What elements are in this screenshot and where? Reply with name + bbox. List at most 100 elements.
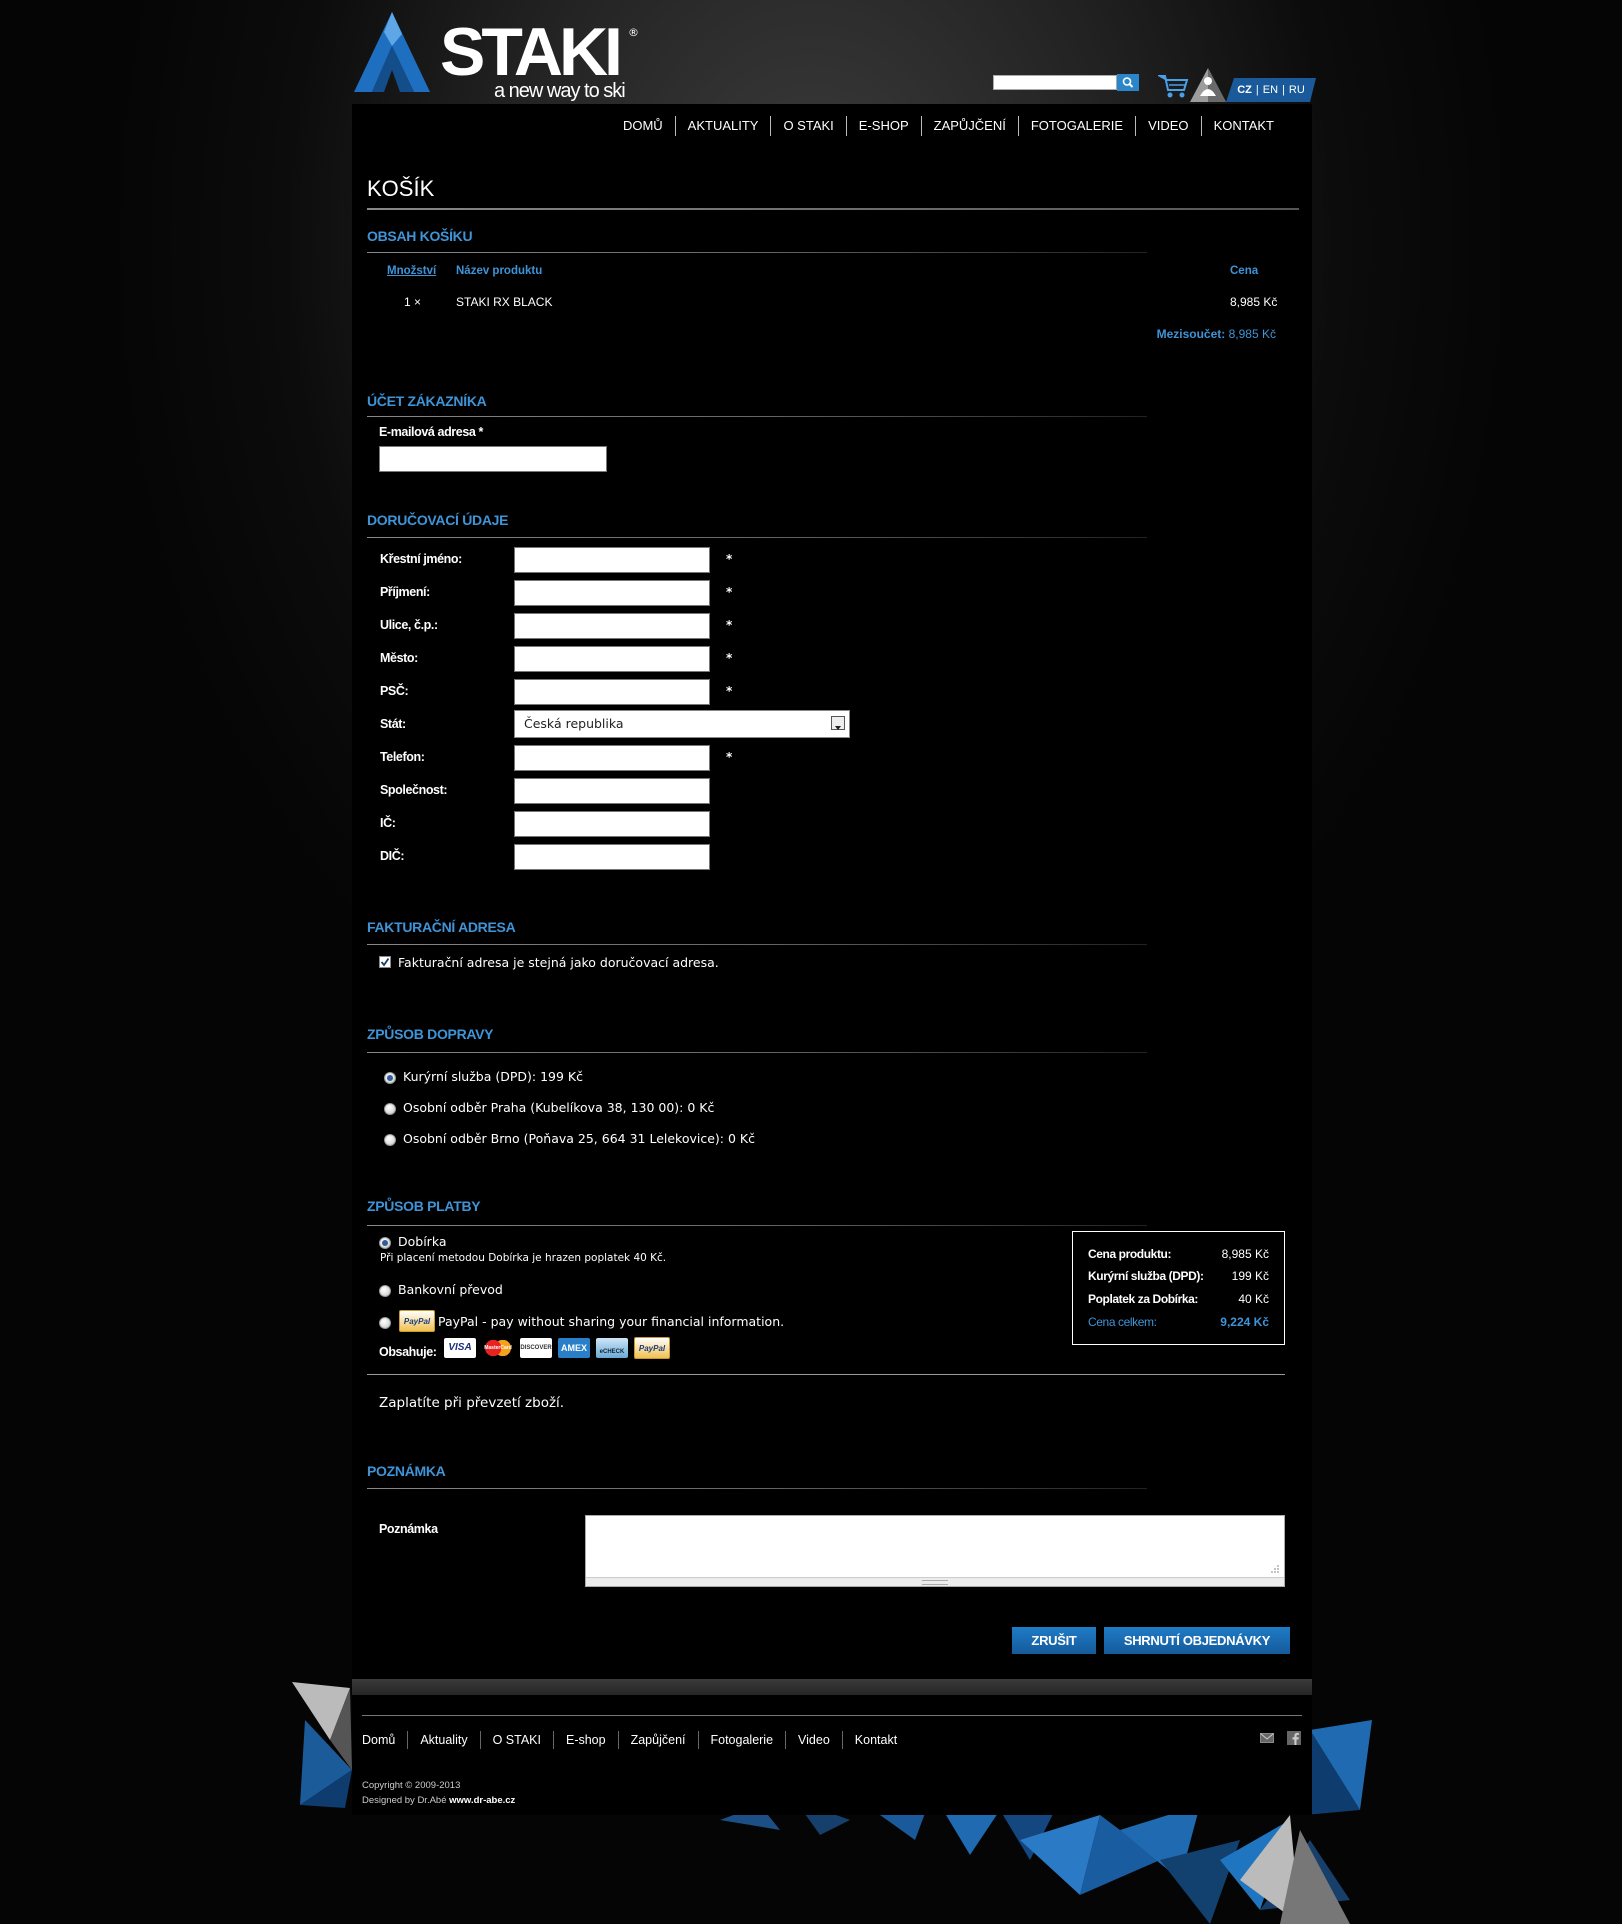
email-field[interactable] (379, 446, 607, 472)
email-label: E-mailová adresa * (379, 425, 483, 439)
footer-link-fotogalerie[interactable]: Fotogalerie (697, 1731, 786, 1749)
lang-cz[interactable]: CZ (1233, 84, 1256, 96)
nav-item-domu[interactable]: DOMŮ (611, 116, 675, 136)
footer-link-o-staki[interactable]: O STAKI (479, 1731, 553, 1749)
company-field[interactable] (514, 778, 710, 804)
ic-field[interactable] (514, 811, 710, 837)
footer-copyright: Copyright © 2009-2013 (362, 1780, 461, 1791)
staki-logo[interactable]: STAKI ® a new way to ski (352, 12, 642, 104)
nav-item-kontakt[interactable]: KONTAKT (1200, 116, 1286, 136)
logo-mountain-icon (354, 12, 430, 92)
nav-label: KONTAKT (1213, 118, 1274, 133)
payment-cod-note: Při placení metodou Dobírka je hrazen po… (380, 1252, 667, 1264)
payment-cod-label[interactable]: Dobírka (398, 1234, 447, 1249)
summary-total-label: Cena celkem: (1088, 1315, 1157, 1329)
shipping-option-courier-label[interactable]: Kurýrní služba (DPD): 199 Kč (403, 1069, 583, 1084)
nav-label: VIDEO (1148, 118, 1189, 133)
first-name-field[interactable] (514, 547, 710, 573)
footer-link-video[interactable]: Video (785, 1731, 842, 1749)
subtotal-value: 8,985 Kč (1228, 327, 1276, 341)
footer-link-zapujceni[interactable]: Zapůjčení (617, 1731, 698, 1749)
note-textarea[interactable] (585, 1515, 1285, 1587)
cancel-button[interactable]: ZRUŠIT (1012, 1627, 1096, 1654)
dic-field[interactable] (514, 844, 710, 870)
user-icon[interactable] (1190, 68, 1226, 102)
state-select-value: Česká republika (524, 716, 624, 731)
nav-item-video[interactable]: VIDEO (1135, 116, 1200, 136)
summary-total-value: 9,224 Kč (1220, 1315, 1269, 1329)
search-input[interactable] (993, 75, 1117, 90)
section-rule (367, 537, 1147, 538)
mastercard-logo: MasterCard (482, 1338, 514, 1358)
nav-item-zapujceni[interactable]: ZAPŮJČENÍ (920, 116, 1018, 136)
payment-bank-radio[interactable] (379, 1285, 391, 1297)
nav-item-e-shop[interactable]: E-SHOP (845, 116, 921, 136)
cart-item-qty: 1 × (404, 295, 422, 309)
payment-cod-radio[interactable] (379, 1237, 391, 1249)
facebook-icon[interactable] (1287, 1731, 1301, 1745)
resize-handle (922, 1580, 948, 1585)
content-bottom-bar (352, 1679, 1312, 1695)
shipping-option-brno-radio[interactable] (384, 1134, 396, 1146)
page-title-rule (367, 208, 1299, 210)
shipping-option-brno-label[interactable]: Osobní odběr Brno (Poňava 25, 664 31 Lel… (403, 1131, 755, 1146)
nav-label: E-SHOP (858, 118, 909, 133)
nav-label: O STAKI (783, 118, 834, 133)
nav-item-o-staki[interactable]: O STAKI (770, 116, 845, 136)
last-name-field[interactable] (514, 580, 710, 606)
shipping-option-praha-label[interactable]: Osobní odběr Praha (Kubelíkova 38, 130 0… (403, 1100, 714, 1115)
zip-field[interactable] (514, 679, 710, 705)
amex-logo: AMEX (558, 1338, 590, 1358)
lang-en[interactable]: EN (1259, 84, 1282, 96)
section-heading-delivery: DORUČOVACÍ ÚDAJE (367, 512, 509, 528)
note-label: Poznámka (379, 1522, 438, 1536)
payment-paypal-label[interactable]: PayPal - pay without sharing your financ… (438, 1314, 784, 1329)
phone-field[interactable] (514, 745, 710, 771)
nav-item-aktuality[interactable]: AKTUALITY (674, 116, 771, 136)
zip-label: PSČ: (380, 684, 409, 698)
lang-ru[interactable]: RU (1285, 84, 1309, 96)
city-field[interactable] (514, 646, 710, 672)
visa-logo: VISA (444, 1338, 476, 1358)
shipping-option-courier-radio[interactable] (384, 1072, 396, 1084)
background-shards-bottom (720, 1800, 1350, 1924)
phone-label: Telefon: (380, 750, 425, 764)
payment-paypal-radio[interactable] (379, 1317, 391, 1329)
footer-rule (362, 1715, 1302, 1716)
main-content: DOMŮ AKTUALITY O STAKI E-SHOP ZAPŮJČENÍ … (352, 104, 1312, 1679)
required-marker: * (726, 585, 733, 599)
logo-tagline: a new way to ski (494, 80, 626, 102)
summary-cod-fee-value: 40 Kč (1238, 1292, 1269, 1306)
search-button[interactable] (1117, 74, 1139, 91)
resize-grip-icon[interactable] (1270, 1564, 1280, 1574)
footer-link-e-shop[interactable]: E-shop (552, 1731, 618, 1749)
city-label: Město: (380, 651, 418, 665)
shipping-option-praha-radio[interactable] (384, 1103, 396, 1115)
required-marker: * (726, 750, 733, 764)
footer-link-kontakt[interactable]: Kontakt (841, 1731, 909, 1749)
paypal-badge: PayPal (399, 1310, 435, 1332)
textarea-resize-bar[interactable] (586, 1577, 1284, 1586)
section-rule (367, 252, 1147, 253)
required-marker: * (726, 618, 733, 632)
footer-link-domu[interactable]: Domů (362, 1731, 407, 1749)
payment-bank-label[interactable]: Bankovní převod (398, 1282, 503, 1297)
footer-designed-by: Designed by Dr.Abé www.dr-abe.cz (362, 1795, 515, 1806)
footer-designer-link[interactable]: www.dr-abe.cz (449, 1795, 515, 1806)
section-rule (367, 1225, 1147, 1226)
nav-label: ZAPŮJČENÍ (933, 118, 1006, 133)
cart-icon[interactable] (1158, 72, 1190, 100)
footer-link-aktuality[interactable]: Aktuality (407, 1731, 479, 1749)
state-select[interactable]: Česká republika (514, 710, 850, 738)
nav-item-fotogalerie[interactable]: FOTOGALERIE (1017, 116, 1135, 136)
mail-icon[interactable] (1260, 1731, 1274, 1745)
same-address-checkbox[interactable] (379, 956, 391, 968)
cart-column-quantity[interactable]: Množství (387, 265, 436, 277)
paypal-logo: PayPal (634, 1337, 670, 1359)
cart-subtotal: Mezisoučet: 8,985 Kč (1157, 327, 1276, 341)
discover-logo: DISCOVER (520, 1338, 552, 1358)
same-address-label[interactable]: Fakturační adresa je stejná jako doručov… (398, 955, 719, 970)
order-summary-button[interactable]: SHRNUTÍ OBJEDNÁVKY (1104, 1627, 1290, 1654)
street-field[interactable] (514, 613, 710, 639)
cart-column-product-name: Název produktu (456, 265, 543, 277)
